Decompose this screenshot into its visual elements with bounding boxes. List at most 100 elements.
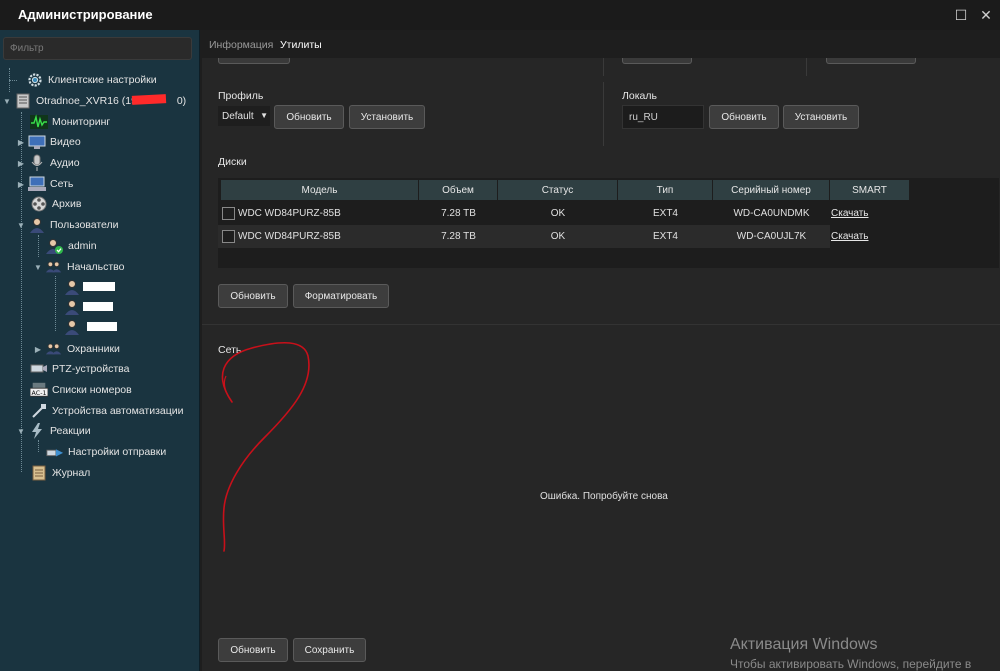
locale-apply-button[interactable]: Установить	[783, 105, 859, 129]
sidebar-item-label: Аудио	[50, 157, 80, 169]
disks-format-button[interactable]: Форматировать	[293, 284, 389, 308]
chevron-right-icon[interactable]: ▶	[16, 180, 26, 189]
sidebar-item-bosses[interactable]: ▼ Начальство	[33, 257, 124, 277]
question-mark-annotation	[221, 341, 310, 552]
disks-table: Модель Объем Статус Тип Серийный номер S…	[218, 178, 999, 268]
sidebar-item-video[interactable]: ▶ Видео	[16, 132, 81, 152]
sidebar-item-automation[interactable]: Устройства автоматизации	[28, 401, 183, 421]
sidebar-item-label: PTZ-устройства	[52, 363, 130, 375]
sidebar: Клиентские настройки ▼ Otradnoe_XVR16 (1…	[0, 30, 200, 671]
chevron-right-icon[interactable]: ▶	[33, 345, 43, 354]
maximize-button[interactable]: ☐	[950, 5, 972, 25]
section-divider	[603, 58, 604, 76]
smart-download-link[interactable]: Скачать	[831, 225, 871, 248]
row-checkbox[interactable]	[222, 230, 235, 243]
profile-refresh-button[interactable]: Обновить	[274, 105, 344, 129]
disk-status: OK	[550, 231, 566, 242]
disk-model: WDC WD84PURZ-85B	[238, 208, 341, 219]
sidebar-item-label: Реакции	[50, 425, 91, 437]
sidebar-item-label: Пользователи	[50, 219, 119, 231]
sidebar-item-label: Otradnoe_XVR16 (192	[36, 95, 143, 107]
sidebar-item-users[interactable]: ▼ Пользователи	[16, 215, 119, 235]
disks-refresh-button[interactable]: Обновить	[218, 284, 288, 308]
sidebar-item-label: Клиентские настройки	[48, 74, 157, 86]
chevron-right-icon[interactable]: ▶	[16, 159, 26, 168]
user-icon	[63, 298, 81, 316]
profile-apply-button[interactable]: Установить	[349, 105, 425, 129]
scrolled-button-stub	[826, 58, 916, 64]
disk-serial: WD-CA0UNDMK	[733, 208, 810, 219]
svg-text:АС-1: АС-1	[32, 390, 47, 397]
column-header-serial[interactable]: Серийный номер	[713, 180, 830, 200]
activation-subtitle: Чтобы активировать Windows, перейдите в	[730, 657, 972, 671]
video-icon	[28, 133, 46, 151]
sidebar-item-monitoring[interactable]: Мониторинг	[28, 112, 110, 132]
sidebar-item-ptz[interactable]: PTZ-устройства	[28, 359, 129, 379]
user-group-icon	[45, 340, 63, 358]
automation-icon	[30, 402, 48, 420]
sidebar-item-user-redacted[interactable]	[61, 277, 85, 297]
table-row[interactable]: WDC WD84PURZ-85B 7.28 TB OK EXT4 WD-CA0U…	[218, 202, 830, 225]
sidebar-item-reactions[interactable]: ▼ Реакции	[16, 421, 91, 441]
tab-information[interactable]: Информация	[209, 39, 273, 51]
tab-utilities[interactable]: Утилиты	[280, 39, 322, 51]
column-header-size[interactable]: Объем	[419, 180, 498, 200]
locale-field[interactable]: ru_RU	[622, 105, 704, 129]
window-title: Администрирование	[18, 7, 153, 22]
redaction-mark	[83, 282, 115, 291]
tree-line	[38, 440, 39, 452]
license-plate-icon: АС-1	[30, 381, 48, 399]
sidebar-item-user-redacted[interactable]	[61, 297, 85, 317]
chevron-right-icon[interactable]: ▶	[16, 138, 26, 147]
chevron-down-icon[interactable]: ▼	[33, 263, 43, 272]
chevron-down-icon[interactable]: ▼	[2, 97, 12, 106]
settings-gear-icon	[26, 71, 44, 89]
sidebar-item-guards[interactable]: ▶ Охранники	[33, 339, 120, 359]
sidebar-item-journal[interactable]: Журнал	[28, 463, 90, 483]
network-error-message: Ошибка. Попробуйте снова	[540, 491, 668, 502]
sidebar-item-network[interactable]: ▶ Сеть	[16, 174, 73, 194]
windows-activation-watermark: Активация Windows Чтобы активировать Win…	[730, 636, 971, 671]
user-icon	[28, 216, 46, 234]
scrolled-button-stub	[622, 58, 692, 64]
sidebar-item-plate-lists[interactable]: АС-1 Списки номеров	[28, 380, 132, 400]
section-divider	[806, 58, 807, 76]
sidebar-item-label: Мониторинг	[52, 116, 111, 128]
sidebar-item-send-settings[interactable]: Настройки отправки	[44, 442, 166, 462]
smart-download-link[interactable]: Скачать	[831, 202, 871, 225]
sidebar-item-audio[interactable]: ▶ Аудио	[16, 153, 80, 173]
column-header-status[interactable]: Статус	[498, 180, 618, 200]
tab-bar: Информация Утилиты	[200, 30, 1000, 58]
profile-select[interactable]: Default ▼	[218, 106, 270, 126]
chevron-down-icon: ▼	[260, 111, 268, 120]
sidebar-item-label: admin	[68, 240, 97, 252]
column-header-smart[interactable]: SMART	[830, 180, 910, 200]
filter-input[interactable]	[3, 37, 192, 60]
sidebar-item-client-settings[interactable]: Клиентские настройки	[14, 70, 157, 90]
network-refresh-button[interactable]: Обновить	[218, 638, 288, 662]
scrolled-button-stub	[218, 58, 290, 64]
column-header-type[interactable]: Тип	[618, 180, 713, 200]
sidebar-item-label: Сеть	[50, 178, 74, 190]
column-header-model[interactable]: Модель	[221, 180, 419, 200]
locale-refresh-button[interactable]: Обновить	[709, 105, 779, 129]
sidebar-item-label: Списки номеров	[52, 384, 132, 396]
sidebar-item-label: Начальство	[67, 261, 125, 273]
disk-model: WDC WD84PURZ-85B	[238, 231, 341, 242]
sidebar-item-admin[interactable]: admin	[44, 236, 97, 256]
table-row[interactable]: WDC WD84PURZ-85B 7.28 TB OK EXT4 WD-CA0U…	[218, 225, 830, 248]
title-bar: Администрирование ☐ ✕	[0, 0, 1000, 30]
ptz-camera-icon	[30, 360, 48, 378]
row-checkbox[interactable]	[222, 207, 235, 220]
close-button[interactable]: ✕	[975, 5, 997, 25]
chevron-down-icon[interactable]: ▼	[16, 427, 26, 436]
network-save-button[interactable]: Сохранить	[293, 638, 366, 662]
tree-line	[38, 235, 39, 257]
sidebar-item-label-suffix: 0)	[176, 95, 187, 107]
sidebar-item-archive[interactable]: Архив	[28, 194, 81, 214]
film-reel-icon	[30, 195, 48, 213]
chevron-down-icon[interactable]: ▼	[16, 221, 26, 230]
lightning-icon	[28, 422, 46, 440]
sidebar-item-user-redacted[interactable]	[61, 317, 85, 337]
user-group-icon	[45, 258, 63, 276]
